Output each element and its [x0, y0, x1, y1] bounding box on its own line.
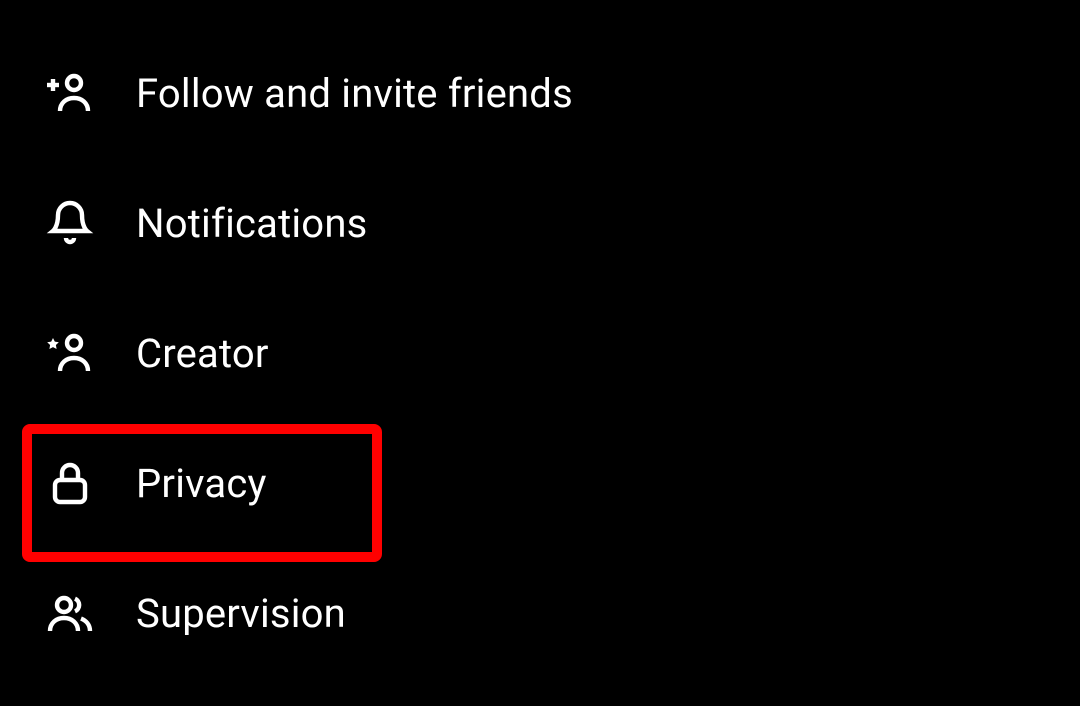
- menu-item-supervision[interactable]: Supervision: [0, 548, 1080, 678]
- lock-icon: [46, 459, 94, 507]
- add-person-icon: [46, 69, 94, 117]
- menu-item-follow-invite[interactable]: Follow and invite friends: [0, 28, 1080, 158]
- menu-item-label: Creator: [136, 330, 269, 377]
- menu-item-creator[interactable]: Creator: [0, 288, 1080, 418]
- menu-item-privacy[interactable]: Privacy: [0, 418, 1080, 548]
- menu-item-label: Privacy: [136, 460, 267, 507]
- menu-item-label: Follow and invite friends: [136, 70, 573, 117]
- bell-icon: [46, 199, 94, 247]
- menu-item-label: Notifications: [136, 200, 367, 247]
- menu-item-notifications[interactable]: Notifications: [0, 158, 1080, 288]
- star-person-icon: [46, 329, 94, 377]
- menu-item-label: Supervision: [136, 590, 346, 637]
- settings-menu: Follow and invite friends Notifications …: [0, 0, 1080, 706]
- people-icon: [46, 589, 94, 637]
